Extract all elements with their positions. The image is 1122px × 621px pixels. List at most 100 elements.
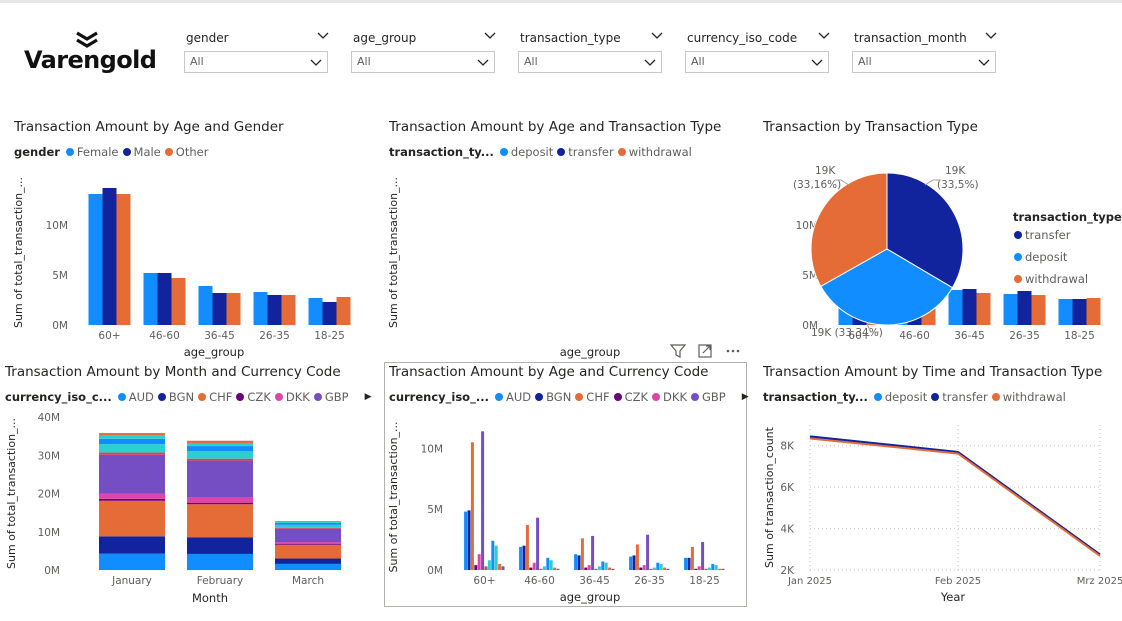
- legend-marker: [1014, 231, 1022, 239]
- legend-item[interactable]: BGN: [535, 390, 571, 404]
- visual2-title: Transaction Amount by Age and Transactio…: [389, 119, 722, 135]
- legend-item[interactable]: GBP: [313, 390, 349, 404]
- legend-item[interactable]: CZK: [236, 390, 271, 404]
- bar: [553, 567, 557, 570]
- x-tick-label: 26-35: [259, 330, 290, 342]
- x-tick-label: 46-60: [524, 575, 555, 587]
- legend-item[interactable]: deposit: [873, 390, 927, 404]
- legend-item[interactable]: deposit: [499, 145, 553, 159]
- stacked-bar-segment: [275, 528, 341, 543]
- slicer-dropdown[interactable]: All: [351, 51, 495, 73]
- bar: [711, 563, 715, 570]
- legend-label: BGN: [168, 390, 195, 404]
- bar: [143, 273, 158, 325]
- legend-item[interactable]: withdrawal: [617, 145, 692, 159]
- y-axis-title: Sum of total_transaction_...: [387, 421, 400, 572]
- series-line: [809, 437, 1101, 557]
- x-axis-title: Year: [940, 590, 966, 604]
- legend-label: DKK: [285, 390, 310, 404]
- legend-marker: [535, 393, 544, 401]
- chart-time-transaction-type: 2K4K6K8KJan 2025 Feb 2025 Mrz 2025Sum of t…: [763, 425, 1122, 604]
- slicer-dropdown[interactable]: All: [685, 51, 829, 73]
- legend-next-arrow-icon[interactable]: ▶: [365, 392, 372, 402]
- y-tick-label: 30M: [38, 450, 60, 462]
- stacked-bar-segment: [275, 521, 341, 522]
- legend-label: GBP: [324, 390, 349, 404]
- slicer-title: transaction_month: [854, 31, 967, 45]
- legend-label: CZK: [624, 390, 649, 404]
- x-tick-label: 36-45: [204, 330, 235, 342]
- legend-item[interactable]: Female: [65, 145, 119, 159]
- bar: [701, 542, 705, 570]
- legend-label: GBP: [702, 390, 726, 404]
- legend-item[interactable]: DKK: [274, 390, 310, 404]
- bar: [253, 292, 268, 325]
- legend-next-arrow-icon[interactable]: ▶: [742, 392, 749, 402]
- bar: [487, 560, 491, 570]
- legend-label: DKK: [663, 390, 687, 404]
- visual4-legend: currency_iso_c... AUD BGN CHF CZK DKK GBP ▶: [5, 390, 371, 404]
- legend-label: Male: [133, 145, 161, 159]
- bar: [532, 562, 536, 570]
- stacked-bar-segment: [99, 498, 165, 501]
- bar: [267, 295, 282, 325]
- bar: [687, 557, 691, 570]
- bar: [656, 562, 660, 570]
- bar: [574, 554, 578, 570]
- legend-label: transfer: [568, 145, 614, 159]
- x-tick-label: 60+: [98, 330, 120, 342]
- slicer-dropdown[interactable]: All: [184, 51, 328, 73]
- legend-item[interactable]: withdrawal: [991, 390, 1066, 404]
- slicer-title: gender: [186, 31, 229, 45]
- legend-title: currency_iso_c...: [5, 390, 112, 404]
- legend-marker: [157, 393, 166, 401]
- slicer-3: currency_iso_code All: [685, 29, 831, 75]
- bar: [629, 556, 633, 570]
- slicer-dropdown[interactable]: All: [852, 51, 996, 73]
- slicer-value: All: [190, 55, 204, 68]
- stacked-bar-segment: [275, 522, 341, 525]
- stacked-bar-segment: [187, 502, 253, 505]
- bar: [597, 566, 601, 570]
- legend-marker: [991, 393, 1000, 401]
- visual6-title: Transaction Amount by Time and Transacti…: [763, 364, 1103, 380]
- x-axis-title: age_group: [560, 590, 621, 604]
- stacked-bar-segment: [99, 433, 165, 436]
- legend-marker: [499, 148, 508, 156]
- y-axis-title: Sum of transaction_count: [763, 426, 776, 568]
- stacked-bar-segment: [187, 460, 253, 498]
- stacked-bar-segment: [187, 497, 253, 503]
- legend-item[interactable]: transfer: [557, 145, 614, 159]
- legend-label: withdrawal: [628, 145, 692, 159]
- y-tick-label: 4K: [780, 524, 795, 536]
- legend-item[interactable]: CHF: [575, 390, 610, 404]
- legend-item[interactable]: Male: [122, 145, 161, 159]
- slicer-dropdown[interactable]: All: [518, 51, 662, 73]
- stacked-bar-segment: [275, 544, 341, 559]
- legend-item[interactable]: AUD: [494, 390, 531, 404]
- legend-marker: [617, 148, 626, 156]
- legend-item[interactable]: GBP: [691, 390, 726, 404]
- legend-item[interactable]: BGN: [157, 390, 195, 404]
- stacked-bar-segment: [187, 537, 253, 554]
- stacked-bar-segment: [275, 524, 341, 528]
- chart-age-currency: 0M 5M 10M Sum of total_transaction_... 60+ 46…: [387, 421, 725, 604]
- y-tick-label: 10M: [38, 527, 60, 539]
- legend-item[interactable]: AUD: [117, 390, 154, 404]
- bar: [556, 568, 560, 570]
- x-tick-label: Mrz 2025: [1077, 576, 1122, 587]
- legend-title: transaction_ty...: [389, 145, 494, 159]
- bar: [522, 545, 526, 570]
- legend-item[interactable]: CZK: [613, 390, 649, 404]
- bar: [694, 568, 698, 570]
- bar: [584, 567, 588, 570]
- stacked-bar-segment: [99, 438, 165, 445]
- chart-month-currency: 0M 10M 20M 30M 40M Sum of total_transaction_.…: [5, 412, 341, 605]
- slice-label-transfer: 19K: [945, 165, 966, 177]
- legend-item[interactable]: DKK: [652, 390, 687, 404]
- legend-item[interactable]: CHF: [198, 390, 232, 404]
- legend-marker: [313, 393, 322, 401]
- legend-item[interactable]: transfer: [931, 390, 988, 404]
- legend-item[interactable]: Other: [164, 145, 208, 159]
- bar: [601, 561, 605, 570]
